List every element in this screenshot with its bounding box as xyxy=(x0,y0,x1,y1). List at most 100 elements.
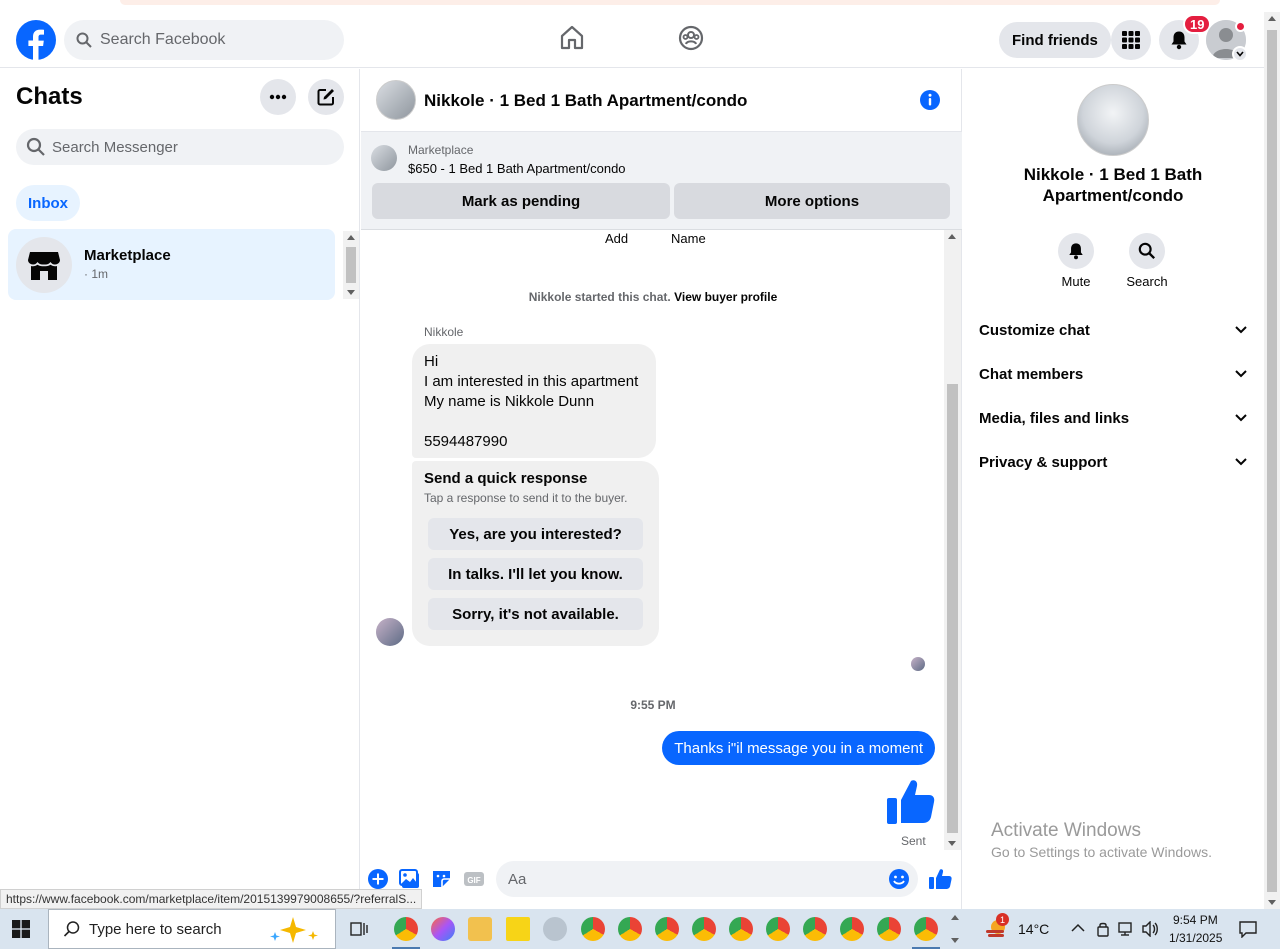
taskbar-search-placeholder: Type here to search xyxy=(89,920,222,938)
info-icon[interactable] xyxy=(919,89,941,111)
scroll-down-arrow-icon[interactable] xyxy=(1268,900,1276,905)
chrome-profile-icon[interactable] xyxy=(803,917,827,941)
taskbar-overflow-scroll[interactable] xyxy=(947,909,963,949)
facebook-search-input[interactable]: Search Facebook xyxy=(64,20,344,60)
add-label[interactable]: Add xyxy=(605,231,628,246)
home-icon[interactable] xyxy=(558,24,586,52)
snipping-tool-icon[interactable] xyxy=(543,917,567,941)
customize-chat-section[interactable]: Customize chat xyxy=(979,312,1247,348)
clock-time[interactable]: 9:54 PM xyxy=(1173,913,1218,927)
sparkle-icon xyxy=(270,917,318,943)
photo-icon[interactable] xyxy=(398,867,422,891)
scrollbar-thumb[interactable] xyxy=(947,384,958,833)
listing-thumbnail[interactable] xyxy=(371,145,397,171)
clock-date[interactable]: 1/31/2025 xyxy=(1169,931,1222,945)
name-label[interactable]: Name xyxy=(671,231,706,246)
weather-temperature[interactable]: 14°C xyxy=(1018,921,1049,937)
facebook-logo-icon[interactable] xyxy=(16,20,56,60)
message-input[interactable]: Aa xyxy=(496,861,918,897)
inbox-tab[interactable]: Inbox xyxy=(16,185,80,221)
gif-icon[interactable]: GIF xyxy=(462,867,486,891)
chat-info-avatar[interactable] xyxy=(1077,84,1149,156)
taskbar-search-input[interactable]: Type here to search xyxy=(48,909,336,949)
activate-windows-title: Activate Windows xyxy=(991,820,1141,841)
chrome-profile-icon[interactable] xyxy=(618,917,642,941)
grid-menu-icon xyxy=(1122,31,1140,49)
mark-as-pending-button[interactable]: Mark as pending xyxy=(372,183,670,219)
scrollbar-thumb[interactable] xyxy=(346,247,356,283)
quick-response-unavailable-button[interactable]: Sorry, it's not available. xyxy=(428,598,643,630)
account-chevron-icon[interactable] xyxy=(1232,46,1248,62)
sticky-notes-icon[interactable] xyxy=(506,917,530,941)
chrome-profile-icon[interactable] xyxy=(655,917,679,941)
sticker-icon[interactable] xyxy=(430,867,454,891)
chrome-profile-icon[interactable] xyxy=(840,917,864,941)
task-view-icon[interactable] xyxy=(349,919,369,939)
quick-response-title: Send a quick response xyxy=(424,470,588,487)
thread-scrollbar[interactable] xyxy=(944,230,961,850)
chrome-profile-icon[interactable] xyxy=(877,917,901,941)
find-friends-button[interactable]: Find friends xyxy=(999,22,1111,58)
activate-windows-subtitle: Go to Settings to activate Windows. xyxy=(991,844,1212,860)
message-line xyxy=(424,412,644,432)
scroll-down-arrow-icon[interactable] xyxy=(951,938,959,943)
quick-response-talks-button[interactable]: In talks. I'll let you know. xyxy=(428,558,643,590)
scroll-up-arrow-icon[interactable] xyxy=(948,234,956,239)
listing-avatar[interactable] xyxy=(376,80,416,120)
window-scrollbar[interactable] xyxy=(1264,12,1280,909)
marketplace-label: Marketplace xyxy=(408,143,474,157)
chats-options-button[interactable] xyxy=(260,79,296,115)
message-thread: Add Name Nikkole started this chat. View… xyxy=(361,230,945,850)
new-message-button[interactable] xyxy=(308,79,344,115)
thumbs-up-icon[interactable] xyxy=(885,776,937,828)
send-like-icon[interactable] xyxy=(928,867,952,891)
sender-avatar[interactable] xyxy=(376,618,404,646)
scroll-down-arrow-icon[interactable] xyxy=(948,841,956,846)
notification-center-icon[interactable] xyxy=(1238,920,1258,938)
windows-start-icon[interactable] xyxy=(12,920,30,938)
chats-title: Chats xyxy=(16,83,83,110)
chevron-down-icon xyxy=(1235,414,1247,422)
plus-circle-icon[interactable] xyxy=(366,867,390,891)
outgoing-message-bubble[interactable]: Thanks i"il message you in a moment xyxy=(662,731,935,765)
chat-list-item-time: · 1m xyxy=(84,267,108,281)
listing-title[interactable]: $650 - 1 Bed 1 Bath Apartment/condo xyxy=(408,161,626,176)
incoming-message-bubble[interactable]: Hi I am interested in this apartment My … xyxy=(412,344,656,458)
scroll-up-arrow-icon[interactable] xyxy=(347,235,355,240)
view-buyer-profile-link[interactable]: View buyer profile xyxy=(674,290,777,304)
chat-list-scrollbar[interactable] xyxy=(343,231,359,299)
chrome-profile-icon[interactable] xyxy=(581,917,605,941)
chrome-profile-icon[interactable] xyxy=(729,917,753,941)
message-timestamp: 9:55 PM xyxy=(630,698,676,712)
section-label: Privacy & support xyxy=(979,453,1108,471)
volume-icon[interactable] xyxy=(1141,921,1159,937)
privacy-support-section[interactable]: Privacy & support xyxy=(979,444,1247,480)
media-files-links-section[interactable]: Media, files and links xyxy=(979,400,1247,436)
scrollbar-thumb[interactable] xyxy=(1267,30,1277,892)
chrome-profile-icon[interactable] xyxy=(914,917,938,941)
search-in-chat-button[interactable] xyxy=(1129,233,1165,269)
messenger-search-input[interactable]: Search Messenger xyxy=(16,129,344,165)
chrome-profile-icon[interactable] xyxy=(766,917,790,941)
scroll-up-arrow-icon[interactable] xyxy=(1268,16,1276,21)
menu-button[interactable] xyxy=(1111,20,1151,60)
mute-button[interactable] xyxy=(1058,233,1094,269)
chrome-app-icon[interactable] xyxy=(394,917,418,941)
scroll-up-arrow-icon[interactable] xyxy=(951,915,959,920)
more-options-button[interactable]: More options xyxy=(674,183,950,219)
file-explorer-icon[interactable] xyxy=(468,917,492,941)
emoji-icon[interactable] xyxy=(888,868,910,890)
chrome-profile-icon[interactable] xyxy=(692,917,716,941)
quick-response-yes-button[interactable]: Yes, are you interested? xyxy=(428,518,643,550)
windows-taskbar: Type here to search 1 14°C 9:54 PM 1/31/… xyxy=(0,909,1280,949)
groups-icon[interactable] xyxy=(677,24,705,52)
scroll-down-arrow-icon[interactable] xyxy=(347,290,355,295)
profile-alert-dot xyxy=(1235,21,1246,32)
conversation-title[interactable]: Nikkole · 1 Bed 1 Bath Apartment/condo xyxy=(424,91,747,111)
chat-members-section[interactable]: Chat members xyxy=(979,356,1247,392)
chat-list-item-marketplace[interactable]: Marketplace · 1m xyxy=(8,229,335,300)
chevron-up-icon[interactable] xyxy=(1071,923,1085,933)
copilot-app-icon[interactable] xyxy=(431,917,455,941)
vpn-icon[interactable] xyxy=(1096,921,1110,937)
network-icon[interactable] xyxy=(1118,921,1136,937)
